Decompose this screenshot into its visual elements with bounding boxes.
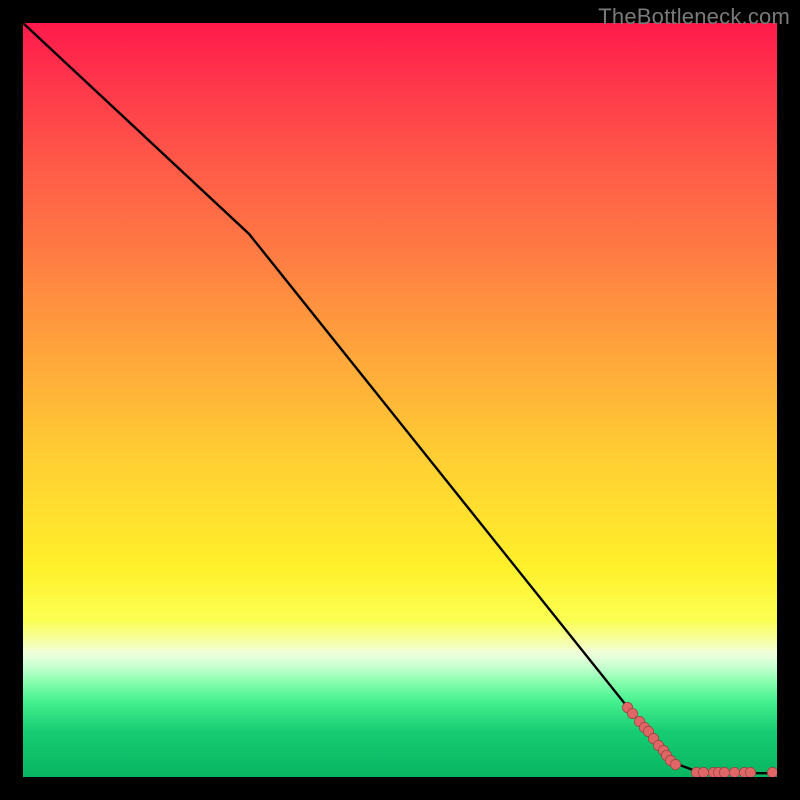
data-point: [767, 767, 777, 777]
attribution-watermark: TheBottleneck.com: [598, 4, 790, 30]
curve-layer: [23, 23, 777, 777]
data-point: [729, 767, 740, 777]
plot-area: [23, 23, 777, 777]
data-point: [745, 767, 756, 777]
chart-stage: TheBottleneck.com: [0, 0, 800, 800]
bottleneck-curve: [23, 23, 777, 773]
